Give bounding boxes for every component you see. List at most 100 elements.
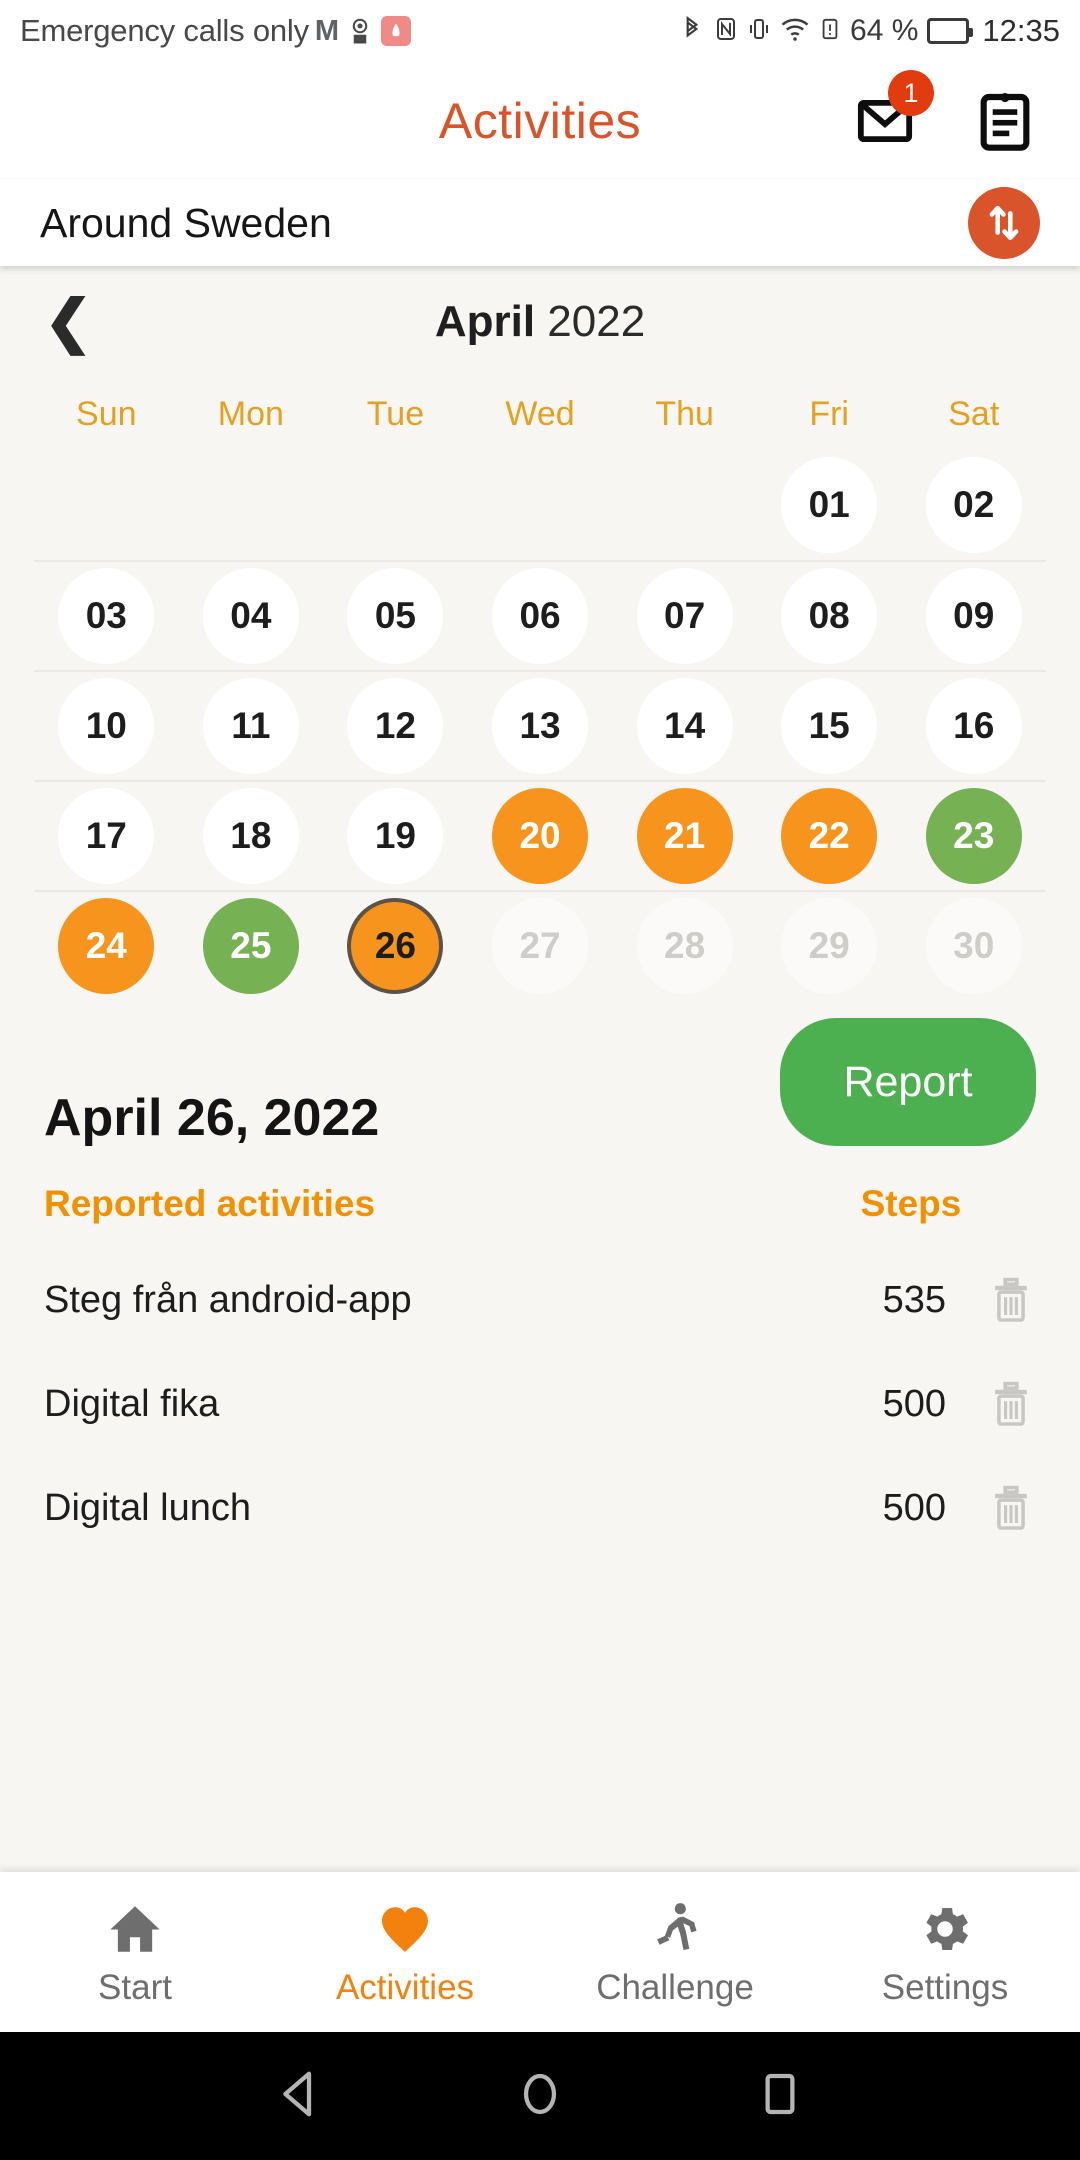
calendar-day[interactable]: 20 xyxy=(492,788,589,884)
calendar-day[interactable]: 25 xyxy=(202,898,299,994)
calendar-day[interactable]: 10 xyxy=(58,678,155,774)
nfc-icon xyxy=(714,14,738,48)
calendar-day-selected[interactable]: 26 xyxy=(347,898,444,994)
running-icon xyxy=(646,1896,704,1958)
header-actions: 1 xyxy=(850,70,1040,156)
gear-icon xyxy=(916,1896,974,1958)
gmail-icon: M xyxy=(314,14,340,47)
calendar-day[interactable]: 01 xyxy=(781,457,878,553)
wifi-icon xyxy=(780,14,810,48)
swap-vertical-icon xyxy=(989,205,1019,241)
calendar-grid: 01 02 03 04 05 06 07 08 09 10 11 12 13 14 15 16 17 18 19 20… xyxy=(0,450,1080,1000)
calendar-cell: 30 xyxy=(901,898,1046,994)
bluetooth-icon xyxy=(679,14,705,48)
calendar-cell: 20 xyxy=(468,788,613,884)
mail-badge: 1 xyxy=(888,70,934,116)
nav-item-challenge[interactable]: Challenge xyxy=(540,1872,810,2032)
activity-name: Digital lunch xyxy=(44,1486,251,1529)
calendar-day[interactable]: 30 xyxy=(925,898,1022,994)
app-header: Activities 1 xyxy=(0,62,1080,180)
home-icon xyxy=(106,1896,164,1958)
calendar-day[interactable]: 14 xyxy=(636,678,733,774)
main-content: ❮ April 2022 Sun Mon Tue Wed Thu Fri Sat… xyxy=(0,266,1080,1872)
calendar-cell: 04 xyxy=(179,568,324,664)
calendar-header: ❮ April 2022 xyxy=(0,266,1080,378)
carrier-text: Emergency calls only xyxy=(20,13,309,48)
calendar-day[interactable]: 11 xyxy=(202,678,299,774)
calendar-day[interactable]: 24 xyxy=(58,898,155,994)
calendar-day[interactable]: 21 xyxy=(636,788,733,884)
dow-mon: Mon xyxy=(217,394,284,433)
calendar-day[interactable]: 27 xyxy=(492,898,589,994)
calendar-day[interactable]: 05 xyxy=(347,568,444,664)
status-bar-right: 64 % 12:35 xyxy=(679,13,1060,49)
calendar-day[interactable]: 28 xyxy=(636,898,733,994)
calendar-day[interactable]: 19 xyxy=(347,788,444,884)
calendar-week-row: 01 02 xyxy=(34,450,1046,560)
calendar-day[interactable]: 02 xyxy=(925,457,1022,553)
calendar-day[interactable]: 07 xyxy=(636,568,733,664)
calendar-cell: 07 xyxy=(612,568,757,664)
messages-button[interactable]: 1 xyxy=(850,70,934,156)
calendar-week-row: 10 11 12 13 14 15 16 xyxy=(34,670,1046,780)
challenge-name: Around Sweden xyxy=(40,199,332,246)
nav-item-activities[interactable]: Activities xyxy=(270,1872,540,2032)
recents-icon[interactable] xyxy=(753,2067,807,2126)
clock-text: 12:35 xyxy=(982,13,1060,48)
calendar-cell: 02 xyxy=(901,457,1046,553)
dow-tue: Tue xyxy=(366,394,425,433)
calendar-cell: 29 xyxy=(757,898,902,994)
calendar-day[interactable]: 03 xyxy=(58,568,155,664)
report-button[interactable]: Report xyxy=(780,1018,1036,1146)
huawei-icon xyxy=(381,16,412,46)
calendar-day[interactable]: 04 xyxy=(202,568,299,664)
calendar-day[interactable]: 13 xyxy=(492,678,589,774)
activity-name: Digital fika xyxy=(44,1382,220,1425)
calendar-month-year: April 2022 xyxy=(0,297,1080,347)
activity-steps: 535 xyxy=(882,1278,946,1321)
calendar-cell: 13 xyxy=(468,678,613,774)
switch-challenge-button[interactable] xyxy=(968,187,1040,259)
calendar-cell: 18 xyxy=(179,788,324,884)
calendar-day[interactable]: 18 xyxy=(202,788,299,884)
battery-percent: 64 % xyxy=(850,14,919,47)
calendar-cell: 25 xyxy=(179,898,324,994)
android-navigation-bar xyxy=(0,2032,1080,2160)
dow-sat: Sat xyxy=(948,394,1000,433)
selected-date-label: April 26, 2022 xyxy=(44,1089,380,1147)
calendar-week-row: 17 18 19 20 21 22 23 xyxy=(34,780,1046,890)
nav-label-activities: Activities xyxy=(335,1968,475,2007)
sim-alert-icon xyxy=(819,14,841,48)
vibrate-icon xyxy=(747,14,771,48)
nav-item-start[interactable]: Start xyxy=(0,1872,270,2032)
delete-activity-button[interactable] xyxy=(946,1377,1036,1431)
calendar-day[interactable]: 16 xyxy=(925,678,1022,774)
calendar-day[interactable]: 15 xyxy=(781,678,878,774)
column-header-steps: Steps xyxy=(860,1183,962,1224)
calendar-cell: 22 xyxy=(757,788,902,884)
delete-activity-button[interactable] xyxy=(946,1273,1036,1327)
calendar-cell: 26 xyxy=(323,898,468,994)
calendar-day[interactable]: 17 xyxy=(58,788,155,884)
trash-icon xyxy=(995,1381,1027,1426)
calendar-year-label: 2022 xyxy=(547,297,646,346)
nav-item-settings[interactable]: Settings xyxy=(810,1872,1080,2032)
dow-wed: Wed xyxy=(505,394,575,433)
calendar-day[interactable]: 22 xyxy=(781,788,878,884)
calendar-day[interactable]: 12 xyxy=(347,678,444,774)
calendar-day[interactable]: 29 xyxy=(781,898,878,994)
delete-activity-button[interactable] xyxy=(946,1481,1036,1535)
calendar-day[interactable]: 23 xyxy=(925,788,1022,884)
trash-icon xyxy=(995,1277,1027,1322)
calendar-day[interactable]: 06 xyxy=(492,568,589,664)
table-row: Steg från android-app 535 xyxy=(44,1248,1036,1352)
podcast-icon xyxy=(345,16,375,46)
activities-table: Reported activities Steps Steg från andr… xyxy=(0,1160,1080,1560)
home-icon[interactable] xyxy=(513,2067,567,2126)
battery-icon xyxy=(927,18,974,44)
clipboard-button[interactable] xyxy=(970,86,1040,156)
table-body: Steg från android-app 535 Digital fika 500 D… xyxy=(44,1248,1036,1560)
back-icon[interactable] xyxy=(273,2067,327,2126)
calendar-day[interactable]: 08 xyxy=(781,568,878,664)
calendar-day[interactable]: 09 xyxy=(925,568,1022,664)
